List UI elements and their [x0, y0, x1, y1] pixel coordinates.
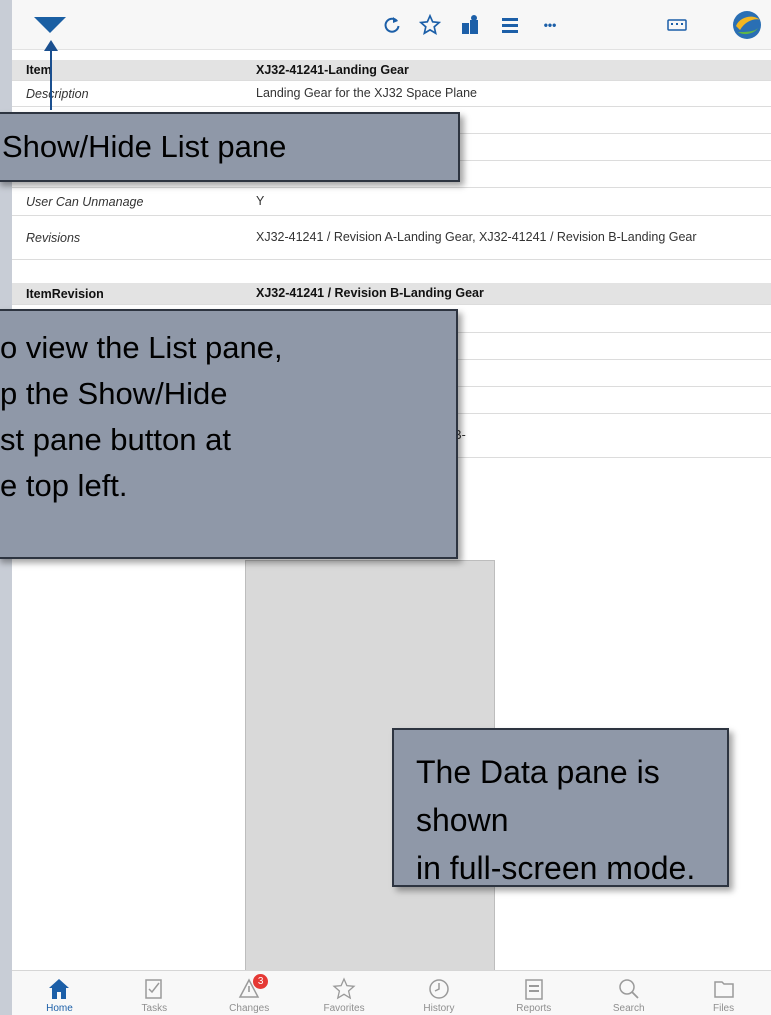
files-icon [713, 981, 734, 998]
tab-label: Files [713, 1003, 735, 1014]
tab-favorites[interactable]: Favorites [297, 971, 392, 1015]
callout-text: o view the List pane, p the Show/Hide st… [0, 330, 283, 503]
table-header-row: ItemRevision XJ32-41241 / Revision B-Lan… [12, 283, 771, 305]
tab-search[interactable]: Search [581, 971, 676, 1015]
row-key: Revisions [26, 230, 81, 245]
table-row: Description Landing Gear for the XJ32 Sp… [12, 81, 771, 107]
callout-text: The Data pane is shown in full-screen mo… [416, 754, 696, 886]
tab-reports[interactable]: Reports [486, 971, 581, 1015]
refresh-icon [384, 17, 400, 33]
row-key: User Can Unmanage [26, 194, 144, 209]
row-value: Y [256, 194, 265, 208]
row-value: Landing Gear for the XJ32 Space Plane [256, 86, 477, 100]
list-menu-icon [502, 18, 518, 33]
tab-label: Reports [516, 1003, 552, 1014]
keyboard-icon [667, 19, 687, 31]
item-revision-header-key: ItemRevision [26, 286, 104, 301]
triangle-down-icon [34, 17, 66, 33]
table-header-row: Item XJ32-41241-Landing Gear [12, 60, 771, 81]
tab-label: History [423, 1003, 455, 1014]
item-revision-header-value: XJ32-41241 / Revision B-Landing Gear [256, 286, 484, 300]
toolbar: ••• [12, 0, 771, 50]
tab-history[interactable]: History [392, 971, 487, 1015]
tab-home[interactable]: Home [12, 971, 107, 1015]
callout-show-hide-list-pane: Show/Hide List pane [0, 112, 460, 182]
history-icon [429, 979, 449, 999]
refresh-button[interactable] [377, 10, 407, 40]
tab-files[interactable]: Files [676, 971, 771, 1015]
menu-button[interactable] [495, 10, 525, 40]
tab-label: Favorites [323, 1003, 365, 1014]
tab-label: Search [612, 1003, 645, 1014]
tab-tasks[interactable]: Tasks [107, 971, 202, 1015]
reports-icon [525, 979, 543, 1000]
search-icon [618, 979, 639, 999]
tasks-icon [145, 979, 163, 999]
bottom-tab-bar: Home Tasks 3 Changes Favorites History R… [12, 970, 771, 1015]
star-outline-icon [419, 14, 441, 35]
tab-label: Changes [229, 1003, 270, 1014]
keyboard-button[interactable] [662, 10, 692, 40]
home-icon [49, 979, 70, 999]
favorite-button[interactable] [415, 10, 445, 40]
ellipsis-icon: ••• [543, 18, 557, 32]
table-row: User Can Unmanage Y [12, 188, 771, 216]
more-button[interactable]: ••• [535, 10, 565, 40]
up-arrow-icon [44, 40, 58, 110]
table-row: Revisions XJ32-41241 / Revision A-Landin… [12, 216, 771, 260]
tab-label: Home [46, 1003, 73, 1014]
callout-view-list-pane: o view the List pane, p the Show/Hide st… [0, 309, 458, 559]
show-hide-list-pane-button[interactable] [32, 10, 68, 40]
share-users-icon [462, 15, 478, 34]
app-logo-icon [733, 11, 761, 39]
app-logo [730, 6, 764, 44]
favorites-icon [332, 977, 356, 1000]
row-value: XJ32-41241 / Revision A-Landing Gear, XJ… [256, 230, 697, 244]
changes-count-badge: 3 [253, 974, 269, 989]
tab-changes[interactable]: 3 Changes [202, 971, 297, 1015]
tab-label: Tasks [141, 1003, 168, 1014]
callout-text: Show/Hide List pane [2, 129, 287, 164]
item-header-value: XJ32-41241-Landing Gear [256, 62, 409, 77]
share-button[interactable] [455, 10, 485, 40]
callout-data-pane-fullscreen: The Data pane is shown in full-screen mo… [392, 728, 729, 887]
